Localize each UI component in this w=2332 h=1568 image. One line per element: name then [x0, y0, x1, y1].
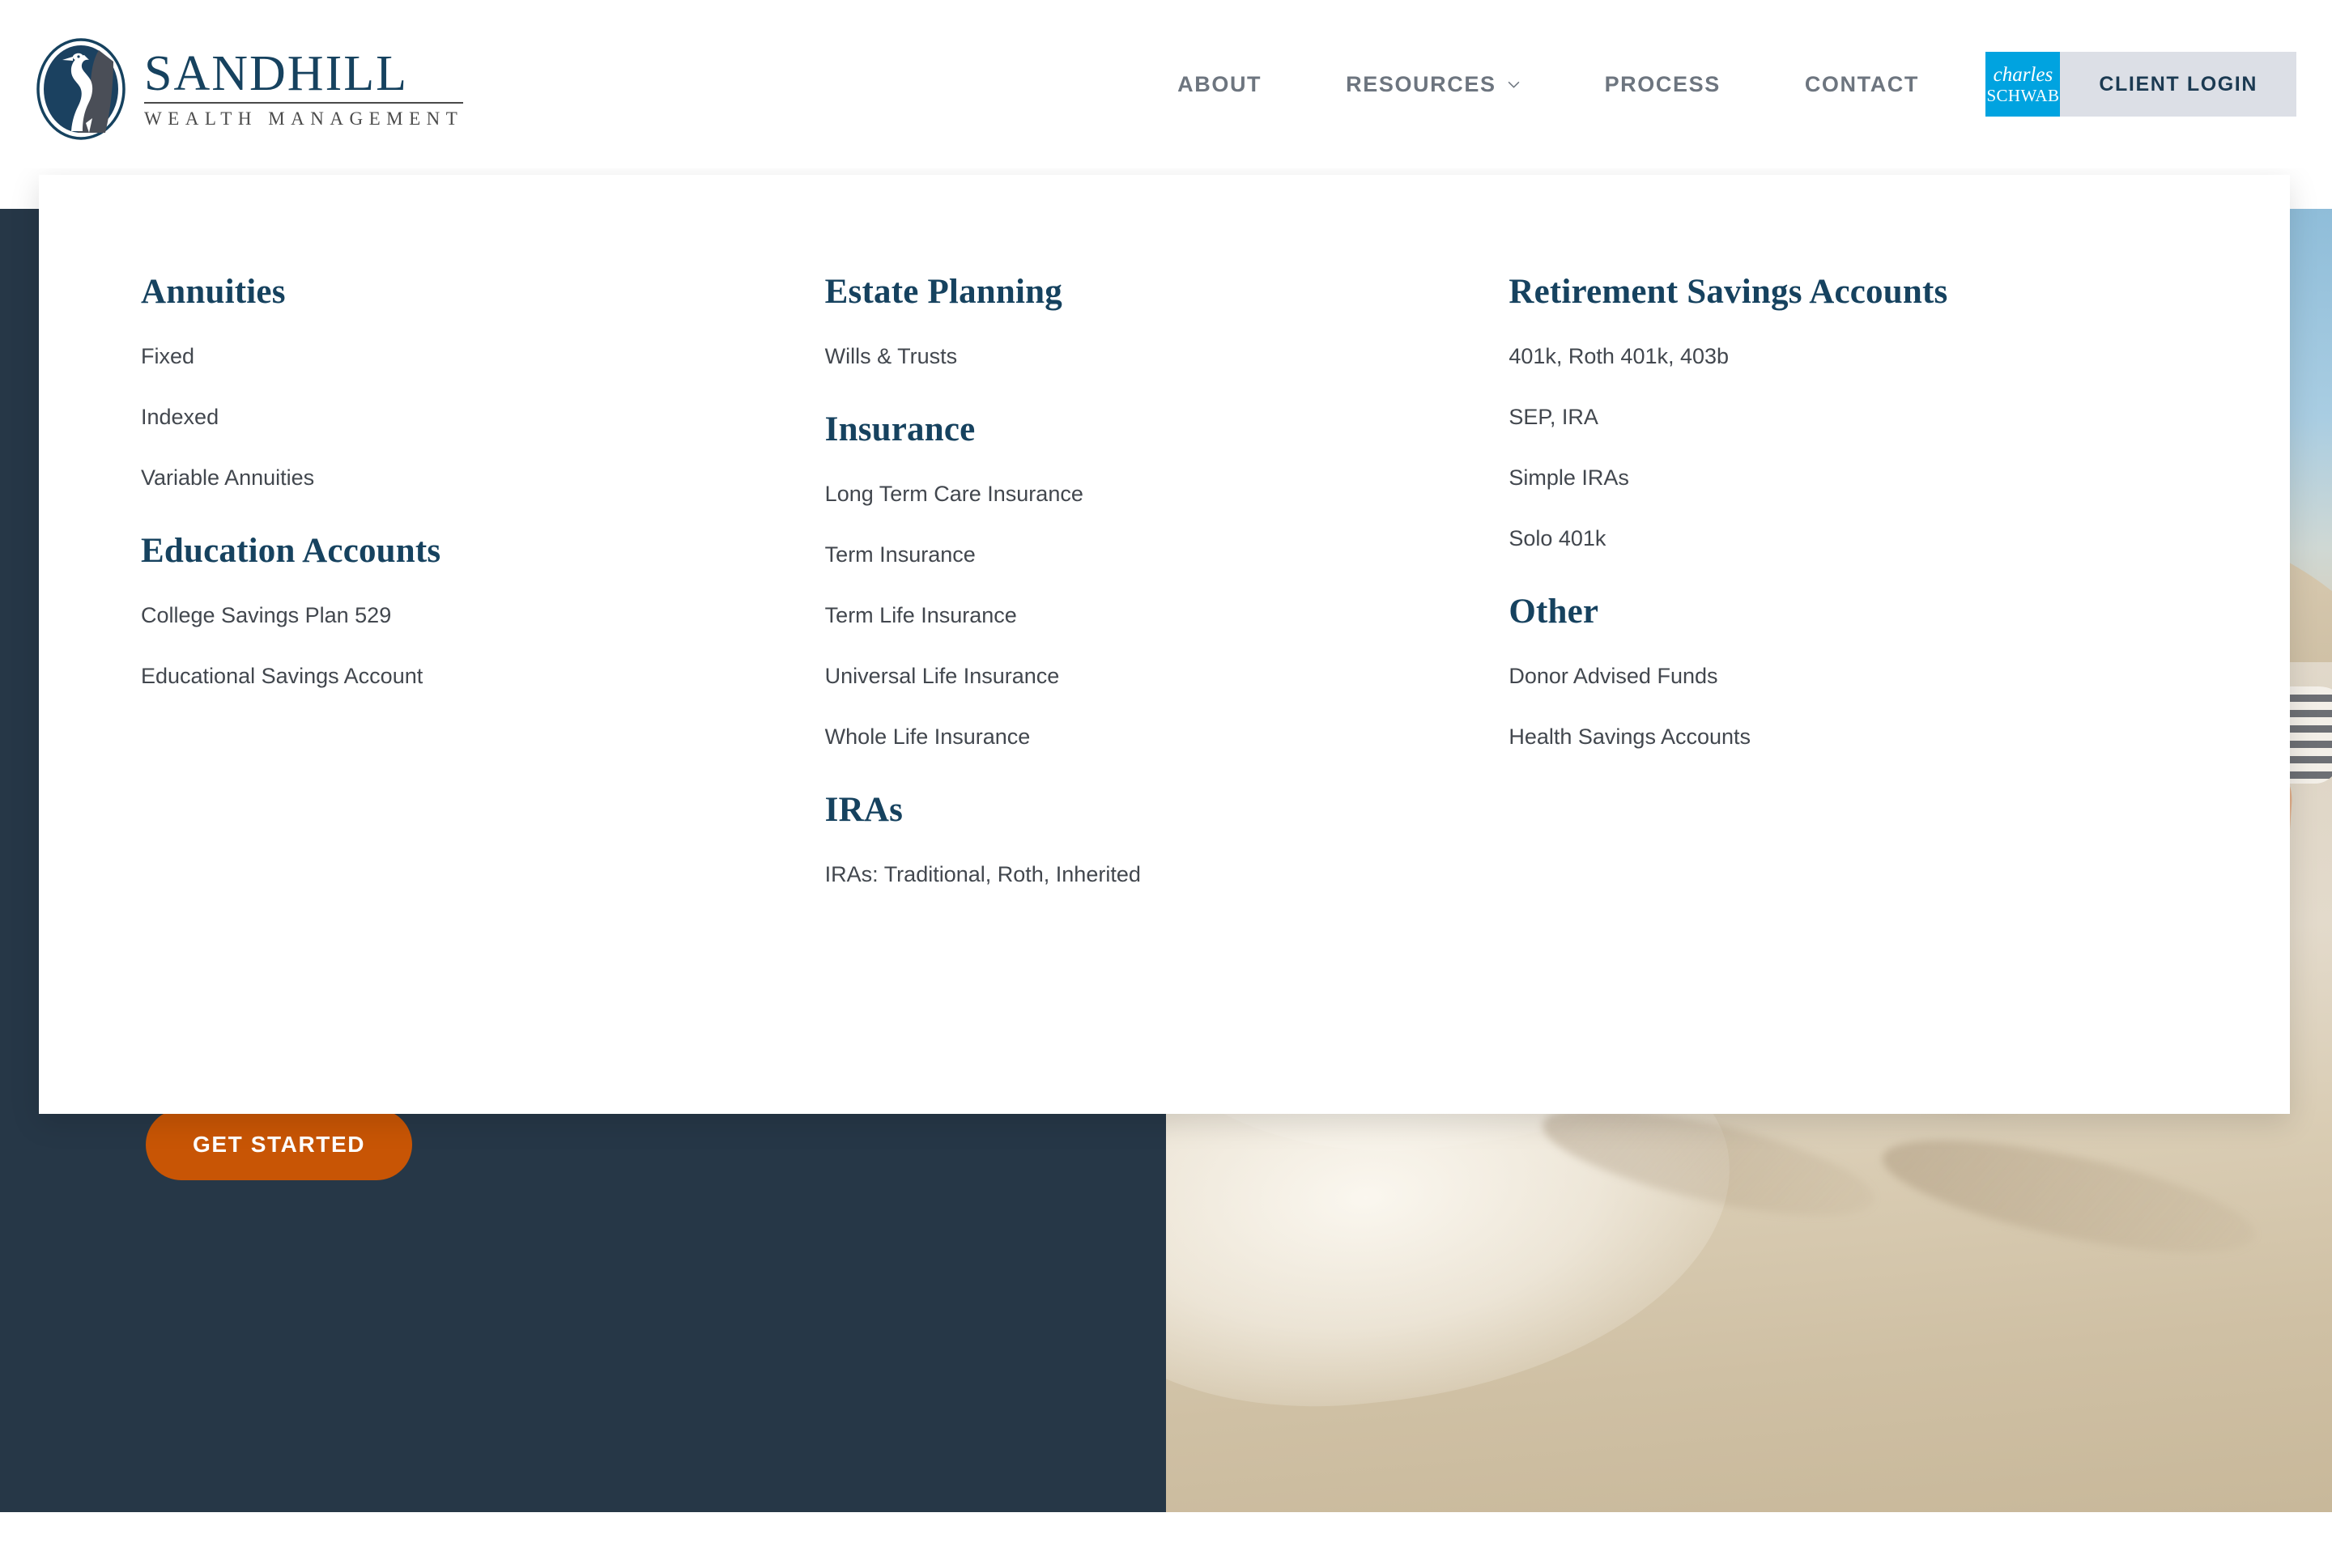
dropdown-column-2: Estate Planning Wills & Trusts Insurance…	[825, 272, 1509, 886]
dropdown-link[interactable]: Indexed	[141, 406, 825, 428]
group-heading: Education Accounts	[141, 532, 441, 570]
dropdown-columns: Annuities Fixed Indexed Variable Annuiti…	[141, 272, 2193, 886]
page-root: GET STARTED SANDHILL WEALTH MANAGEMENT A…	[0, 0, 2332, 1568]
dropdown-link[interactable]: Term Insurance	[825, 544, 1509, 566]
group-heading: Insurance	[824, 410, 976, 448]
site-header: SANDHILL WEALTH MANAGEMENT ABOUT RESOURC…	[0, 0, 2332, 168]
chevron-down-icon	[1508, 81, 1519, 88]
schwab-logo-line2: SCHWAB	[1986, 85, 2060, 105]
sandhill-crane-oval-logo-icon	[36, 38, 126, 140]
dropdown-group-estate-planning: Estate Planning Wills & Trusts	[825, 272, 1509, 368]
dropdown-link[interactable]: Educational Savings Account	[141, 665, 825, 687]
dropdown-link[interactable]: Long Term Care Insurance	[825, 483, 1509, 505]
client-login-group: charles SCHWAB CLIENT LOGIN	[1985, 52, 2296, 117]
group-heading: Estate Planning	[824, 273, 1062, 311]
dropdown-group-iras: IRAs IRAs: Traditional, Roth, Inherited	[825, 790, 1509, 886]
dropdown-link[interactable]: Universal Life Insurance	[825, 665, 1509, 687]
dropdown-group-retirement-savings-accounts: Retirement Savings Accounts 401k, Roth 4…	[1509, 272, 2193, 550]
dropdown-link[interactable]: Donor Advised Funds	[1509, 665, 2193, 687]
group-heading: Other	[1509, 593, 1599, 631]
group-heading: Retirement Savings Accounts	[1509, 273, 1948, 311]
nav-item-contact[interactable]: CONTACT	[1763, 72, 1961, 97]
dropdown-link[interactable]: Variable Annuities	[141, 467, 825, 489]
dropdown-link[interactable]: Health Savings Accounts	[1509, 726, 2193, 748]
dropdown-link[interactable]: 401k, Roth 401k, 403b	[1509, 346, 2193, 368]
nav-item-process[interactable]: PROCESS	[1563, 72, 1763, 97]
dropdown-link[interactable]: Solo 401k	[1509, 528, 2193, 550]
nav-item-label: CONTACT	[1804, 71, 1919, 96]
get-started-button[interactable]: GET STARTED	[146, 1109, 413, 1180]
group-heading: IRAs	[824, 791, 904, 829]
dropdown-link[interactable]: Simple IRAs	[1509, 467, 2193, 489]
logo-tagline: WEALTH MANAGEMENT	[144, 108, 464, 129]
dropdown-group-insurance: Insurance Long Term Care Insurance Term …	[825, 410, 1509, 748]
nav-item-label: RESOURCES	[1346, 71, 1496, 96]
dropdown-link[interactable]: Fixed	[141, 346, 825, 368]
schwab-logo-line1: charles	[1993, 63, 2053, 86]
dropdown-link[interactable]: Term Life Insurance	[825, 605, 1509, 627]
client-login-button[interactable]: CLIENT LOGIN	[2060, 52, 2296, 117]
dropdown-link[interactable]: Wills & Trusts	[825, 346, 1509, 368]
primary-nav: ABOUT RESOURCES PROCESS CONTACT	[1135, 0, 1961, 168]
charles-schwab-logo-icon: charles SCHWAB	[1985, 52, 2061, 117]
nav-item-label: PROCESS	[1604, 71, 1721, 96]
nav-item-resources[interactable]: RESOURCES	[1304, 72, 1562, 97]
dropdown-column-3: Retirement Savings Accounts 401k, Roth 4…	[1509, 272, 2193, 886]
dropdown-group-other: Other Donor Advised Funds Health Savings…	[1509, 592, 2193, 748]
nav-item-label: ABOUT	[1177, 71, 1262, 96]
dropdown-link[interactable]: SEP, IRA	[1509, 406, 2193, 428]
dropdown-column-1: Annuities Fixed Indexed Variable Annuiti…	[141, 272, 825, 886]
dropdown-link[interactable]: College Savings Plan 529	[141, 605, 825, 627]
resources-mega-dropdown: Annuities Fixed Indexed Variable Annuiti…	[39, 175, 2290, 1114]
logo-link[interactable]: SANDHILL WEALTH MANAGEMENT	[36, 37, 464, 141]
dropdown-link[interactable]: IRAs: Traditional, Roth, Inherited	[825, 864, 1509, 886]
dropdown-group-annuities: Annuities Fixed Indexed Variable Annuiti…	[141, 272, 825, 489]
nav-item-about[interactable]: ABOUT	[1135, 72, 1304, 97]
dropdown-link[interactable]: Whole Life Insurance	[825, 726, 1509, 748]
logo-wordmark: SANDHILL	[144, 49, 464, 104]
group-heading: Annuities	[141, 273, 286, 311]
dropdown-group-education-accounts: Education Accounts College Savings Plan …	[141, 531, 825, 687]
